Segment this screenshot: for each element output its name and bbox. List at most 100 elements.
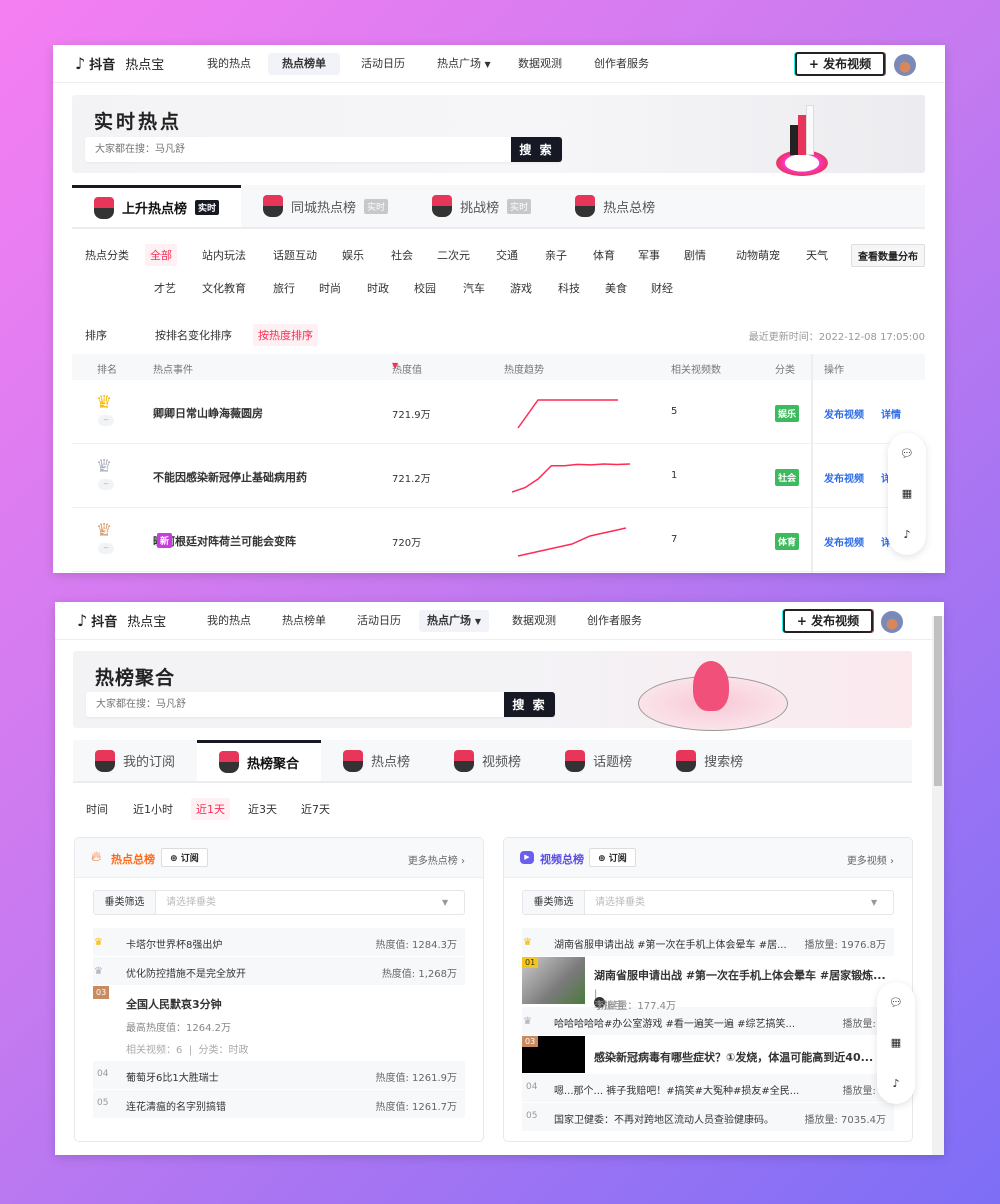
tab-rising[interactable]: 上升热点榜 实时: [72, 185, 242, 227]
nav-hot-list[interactable]: 热点榜单: [268, 53, 340, 75]
banner: 实时热点 搜 索: [72, 95, 925, 178]
list-item[interactable]: ♛ 湖南省服申请出战 #第一次在手机上体会晕车 #居... 播放量: 1976.8万: [522, 928, 894, 957]
list-item-expanded[interactable]: 03 感染新冠病毒有哪些症状？①发烧，体温可能高到近40...: [522, 1036, 894, 1074]
time-1d[interactable]: 近1天: [191, 798, 230, 820]
tab-challenge[interactable]: 挑战榜 实时: [410, 185, 553, 227]
publish-video-link[interactable]: 发布视频: [824, 534, 864, 549]
publish-video-button[interactable]: + 发布视频: [795, 52, 885, 76]
list-item[interactable]: 05 国家卫健委：不再对跨地区流动人员查验健康码。 播放量: 7035.4万: [522, 1103, 894, 1132]
category-option[interactable]: 站内玩法: [197, 244, 251, 266]
category-option[interactable]: 军事: [633, 244, 665, 266]
category-option[interactable]: 剧情: [679, 244, 711, 266]
scrollbar-thumb[interactable]: [934, 616, 942, 786]
category-option[interactable]: 动物萌宠: [731, 244, 785, 266]
category-option[interactable]: 美食: [600, 277, 632, 299]
avatar[interactable]: [881, 611, 903, 633]
nav-calendar[interactable]: 活动日历: [347, 53, 419, 75]
search-input[interactable]: [86, 692, 504, 717]
nav-creator[interactable]: 创作者服务: [573, 610, 656, 632]
publish-video-link[interactable]: 发布视频: [824, 406, 864, 421]
category-option[interactable]: 交通: [491, 244, 523, 266]
nav-data[interactable]: 数据观测: [498, 610, 570, 632]
category-option[interactable]: 科技: [553, 277, 585, 299]
category-option[interactable]: 时政: [362, 277, 394, 299]
category-option[interactable]: 时尚: [314, 277, 346, 299]
qr-code-icon[interactable]: ▦: [891, 1036, 901, 1049]
category-option[interactable]: 天气: [801, 244, 833, 266]
tiktok-icon[interactable]: ♪: [903, 528, 910, 541]
table-row[interactable]: ♛ 1 -- 卿卿日常山峥海薇圆房 721.9万 5 娱乐 发布视频 详情: [72, 380, 925, 444]
item-title: 湖南省服申请出战 #第一次在手机上体会晕车 #居家锻炼...: [594, 969, 886, 982]
tab-aggregate[interactable]: 热榜聚合: [197, 740, 322, 781]
tab-video[interactable]: 视频榜: [432, 740, 543, 781]
logo[interactable]: ♪ 抖音 热点宝: [77, 611, 166, 630]
category-option[interactable]: 体育: [588, 244, 620, 266]
list-item-expanded[interactable]: 01 湖南省服申请出战 #第一次在手机上体会晕车 #居家锻炼... 李振宇 | 粉…: [522, 957, 894, 1012]
category-option[interactable]: 话题互动: [268, 244, 322, 266]
list-item[interactable]: ♛ 卡塔尔世界杯8强出炉 热度值: 1284.3万: [93, 928, 465, 957]
list-item-expanded[interactable]: 03 全国人民默哀3分钟 最高热度值：1264.2万 相关视频：6 | 分类：时政: [93, 986, 465, 1061]
tab-search[interactable]: 搜索榜: [654, 740, 765, 781]
tab-local[interactable]: 同城热点榜 实时: [241, 185, 410, 227]
search-button[interactable]: 搜 索: [504, 692, 555, 717]
category-option[interactable]: 汽车: [458, 277, 490, 299]
view-distribution-button[interactable]: 查看数量分布: [851, 244, 925, 267]
table-row[interactable]: ♛ 3 -- 曝阿根廷对阵荷兰可能会变阵新 720万 7 体育 发布视频 详情: [72, 508, 925, 572]
list-item[interactable]: ♛哈哈哈哈哈#办公室游戏 #看一遍笑一遍 #综艺搞笑...播放量: 3098.4: [522, 1007, 912, 1036]
logo[interactable]: ♪ 抖音 热点宝: [75, 54, 164, 73]
time-1h[interactable]: 近1小时: [128, 798, 178, 820]
scrollbar[interactable]: [932, 616, 944, 1155]
feedback-icon[interactable]: 💬︎: [900, 447, 914, 460]
subscribe-button[interactable]: ⊕ 订阅: [589, 848, 636, 867]
tiktok-icon[interactable]: ♪: [892, 1077, 899, 1090]
list-item[interactable]: 05 连花清瘟的名字别搞错 热度值: 1261.7万: [93, 1090, 465, 1119]
more-video-link[interactable]: 更多视频 ›: [847, 852, 894, 867]
category-option[interactable]: 娱乐: [337, 244, 369, 266]
nav-hot-square[interactable]: 热点广场 ▼: [419, 610, 489, 632]
nav-hot-square[interactable]: 热点广场 ▼: [423, 53, 505, 75]
nav-calendar[interactable]: 活动日历: [343, 610, 415, 632]
time-3d[interactable]: 近3天: [243, 798, 282, 820]
feedback-icon[interactable]: 💬︎: [889, 996, 903, 1009]
category-option[interactable]: 文化教育: [197, 277, 251, 299]
rank-badge: 03: [93, 986, 110, 999]
tab-subscriptions[interactable]: 我的订阅: [73, 740, 197, 781]
tab-total[interactable]: 热点总榜: [553, 185, 677, 227]
column-divider: [811, 354, 813, 573]
category-option[interactable]: 亲子: [540, 244, 572, 266]
category-option[interactable]: 游戏: [505, 277, 537, 299]
nav-hot-list[interactable]: 热点榜单: [268, 610, 340, 632]
category-option[interactable]: 社会: [386, 244, 418, 266]
category-option[interactable]: 全部: [145, 244, 177, 266]
search-input[interactable]: [85, 137, 511, 162]
publish-video-link[interactable]: 发布视频: [824, 470, 864, 485]
nav-creator[interactable]: 创作者服务: [580, 53, 663, 75]
nav-my-hot[interactable]: 我的热点: [193, 53, 265, 75]
category-option[interactable]: 旅行: [268, 277, 300, 299]
more-hot-link[interactable]: 更多热点榜 ›: [408, 852, 465, 867]
sort-by-rank-change[interactable]: 按排名变化排序: [150, 324, 237, 346]
category-filter[interactable]: 垂类筛选 请选择垂类 ▼: [522, 890, 894, 915]
qr-code-icon[interactable]: ▦: [902, 487, 912, 500]
detail-link[interactable]: 详情: [881, 406, 901, 421]
category-option[interactable]: 才艺: [149, 277, 181, 299]
avatar[interactable]: [894, 54, 916, 76]
time-7d[interactable]: 近7天: [296, 798, 335, 820]
nav-my-hot[interactable]: 我的热点: [193, 610, 265, 632]
nav-data[interactable]: 数据观测: [504, 53, 576, 75]
flame-icon: 🔥︎: [91, 849, 102, 865]
list-item[interactable]: 04 葡萄牙6比1大胜瑞士 热度值: 1261.9万: [93, 1061, 465, 1090]
list-item[interactable]: 04嗯...那个... 裤子我赔吧！#搞笑#大冤种#损友#全民...播放量: 1…: [522, 1074, 912, 1103]
category-option[interactable]: 财经: [646, 277, 678, 299]
table-row[interactable]: ♛ 2 -- 不能因感染新冠停止基础病用药 721.2万 1 社会 发布视频 详…: [72, 444, 925, 508]
tab-topic[interactable]: 话题榜: [543, 740, 654, 781]
search-button[interactable]: 搜 索: [511, 137, 562, 162]
category-option[interactable]: 校园: [409, 277, 441, 299]
sort-by-heat[interactable]: 按热度排序: [253, 324, 318, 346]
tab-hot[interactable]: 热点榜: [321, 740, 432, 781]
list-item[interactable]: ♛ 优化防控措施不是完全放开 热度值: 1,268万: [93, 957, 465, 986]
subscribe-button[interactable]: ⊕ 订阅: [161, 848, 208, 867]
publish-video-button[interactable]: + 发布视频: [783, 609, 873, 633]
category-option[interactable]: 二次元: [432, 244, 475, 266]
category-filter[interactable]: 垂类筛选 请选择垂类 ▼: [93, 890, 465, 915]
